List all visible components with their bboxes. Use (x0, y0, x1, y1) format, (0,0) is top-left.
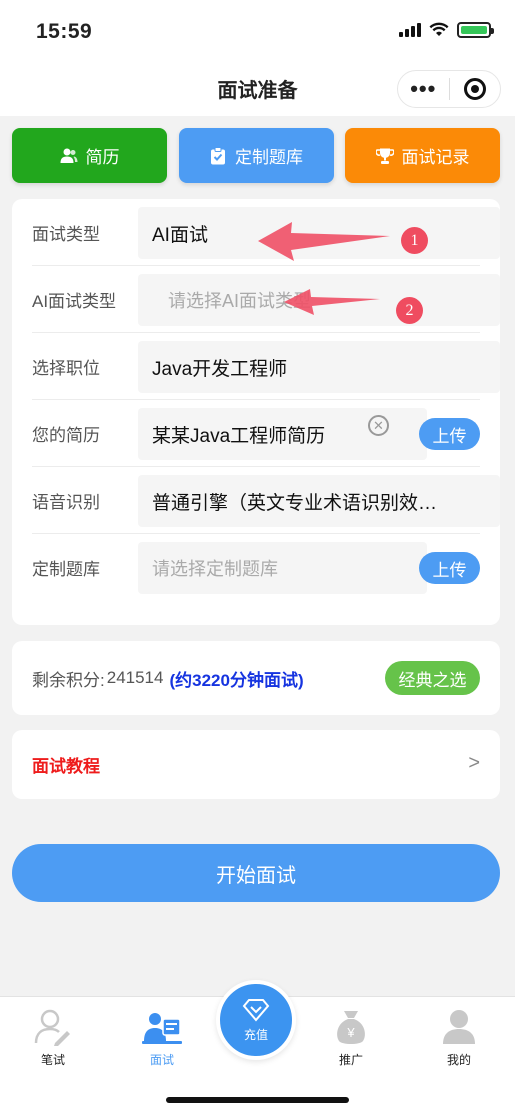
custom-question-bank-label: 定制题库 (235, 148, 303, 167)
clear-icon[interactable]: ✕ (368, 415, 389, 436)
form-row-interview-type: 面试类型 AI面试 1 (32, 199, 500, 266)
custom-bank-select[interactable]: 请选择定制题库 (138, 542, 427, 594)
top-button-row: 简历 定制题库 面试记录 (12, 128, 500, 183)
pen-user-icon (34, 1009, 70, 1046)
tutorial-label: 面试教程 (32, 757, 100, 776)
interview-tutorial-link[interactable]: 面试教程 > (12, 730, 500, 799)
home-indicator (166, 1097, 349, 1103)
position-select[interactable]: Java开发工程师 (138, 341, 500, 393)
annotation-badge-1: 1 (401, 227, 428, 254)
svg-text:¥: ¥ (346, 1025, 355, 1040)
tab-written-test[interactable]: 笔试 (13, 1007, 93, 1068)
form-row-resume: 您的简历 某某Java工程师简历 ✕ 上传 (32, 400, 480, 467)
status-icons (399, 22, 494, 38)
form-row-custom-bank: 定制题库 请选择定制题库 上传 (32, 534, 480, 601)
resume-value: 某某Java工程师简历 (152, 425, 326, 447)
target-icon (463, 78, 486, 100)
mini-program-capsule: ••• (397, 70, 501, 108)
tab-mine-label: 我的 (446, 1053, 471, 1067)
wifi-icon (429, 22, 449, 36)
interview-settings-form: 面试类型 AI面试 1 AI面试类型 请选择AI面试类型 2 选择职位 Java… (12, 199, 500, 625)
points-value: 241514 (106, 668, 164, 687)
recharge-label: 充值 (243, 1027, 268, 1042)
interview-records-label: 面试记录 (401, 148, 470, 167)
start-interview-button[interactable]: 开始面试 (12, 844, 500, 902)
battery-icon (457, 22, 494, 38)
money-bag-icon: ¥ (337, 1011, 365, 1044)
tab-promote[interactable]: ¥ 推广 (311, 1007, 391, 1068)
resume-button-label: 简历 (85, 148, 120, 167)
status-time: 15:59 (36, 20, 93, 43)
close-mini-program-button[interactable] (450, 78, 501, 100)
form-row-position: 选择职位 Java开发工程师 (32, 333, 500, 400)
annotation-arrow-2 (284, 289, 380, 315)
tab-interview-label: 面试 (149, 1053, 174, 1067)
form-row-ai-interview-type: AI面试类型 请选择AI面试类型 2 (32, 266, 500, 333)
tab-mine[interactable]: 我的 (419, 1007, 499, 1068)
person-icon (443, 1010, 475, 1044)
custom-question-bank-button[interactable]: 定制题库 (178, 128, 334, 183)
form-row-speech-recognition: 语音识别 普通引擎（英文专业术语识别效… (32, 467, 500, 534)
resume-label: 您的简历 (32, 425, 100, 445)
points-label: 剩余积分: (32, 670, 105, 690)
signal-icon (399, 23, 421, 37)
status-bar: 15:59 (0, 0, 515, 62)
resume-upload-button[interactable]: 上传 (419, 418, 480, 450)
more-menu-button[interactable]: ••• (398, 70, 449, 108)
interview-records-button[interactable]: 面试记录 (345, 128, 500, 183)
interview-icon (142, 1013, 182, 1044)
speech-engine-select[interactable]: 普通引擎（英文专业术语识别效… (138, 475, 500, 527)
interview-type-label: 面试类型 (32, 224, 100, 244)
speech-recognition-label: 语音识别 (32, 492, 100, 512)
position-label: 选择职位 (32, 358, 100, 378)
users-icon (60, 148, 77, 163)
tab-written-test-label: 笔试 (40, 1053, 65, 1067)
ai-interview-type-label: AI面试类型 (32, 291, 117, 311)
recharge-button[interactable]: 充值 (216, 980, 296, 1060)
clipboard-icon (211, 146, 225, 164)
diamond-icon (242, 998, 270, 1022)
custom-bank-label: 定制题库 (32, 560, 100, 579)
tab-interview[interactable]: 面试 (122, 1007, 202, 1068)
nav-bar: 面试准备 ••• (0, 62, 515, 116)
annotation-arrow-1 (258, 222, 390, 261)
annotation-badge-2: 2 (396, 297, 423, 324)
classic-choice-button[interactable]: 经典之选 (385, 661, 480, 695)
custom-bank-upload-button[interactable]: 上传 (419, 552, 480, 584)
trophy-icon (375, 148, 394, 164)
points-minutes: (约3220分钟面试) (169, 670, 304, 690)
points-card: 剩余积分: 241514 (约3220分钟面试) 经典之选 (12, 641, 500, 715)
resume-button[interactable]: 简历 (12, 128, 167, 183)
tab-promote-label: 推广 (338, 1053, 363, 1067)
chevron-right-icon: > (468, 752, 480, 774)
